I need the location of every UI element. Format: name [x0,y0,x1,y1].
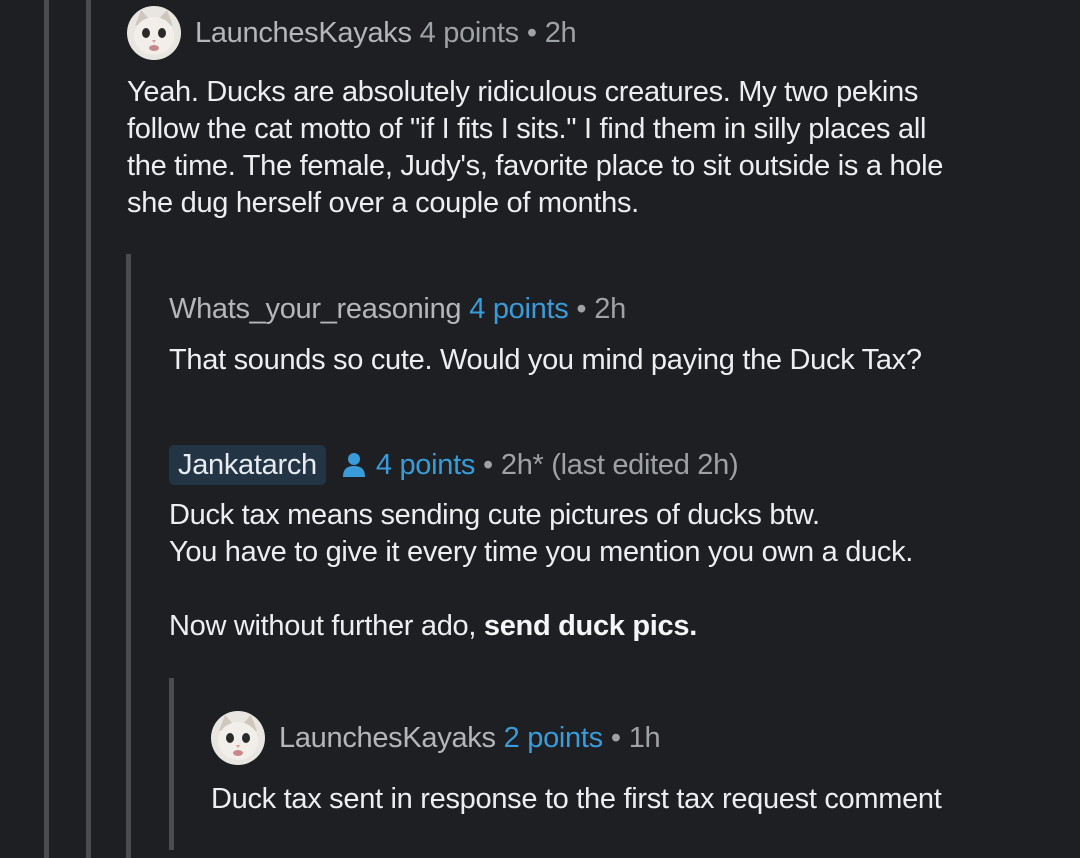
comment-launcheskayaks-2: LaunchesKayaks 2 points • 1h Duck tax se… [211,711,942,818]
comment-body: That sounds so cute. Would you mind payi… [169,342,922,379]
comment-points: 4 points [375,449,476,481]
comment-body-line: Yeah. Ducks are absolutely ridiculous cr… [127,76,919,108]
thread-line-3[interactable] [126,254,131,858]
comment-body: Duck tax means sending cute pictures of … [169,497,913,645]
comment-body: Yeah. Ducks are absolutely ridiculous cr… [127,74,943,222]
meta-separator: • [576,293,587,325]
comment-body-line: Duck tax sent in response to the first t… [211,783,942,815]
comment-body-line: she dug herself over a couple of months. [127,187,639,219]
comment-points: 2 points [503,722,603,754]
comment-body-line: Now without further ado, send duck pics. [169,608,913,645]
comment-author[interactable]: LaunchesKayaks [195,13,412,53]
cat-avatar-icon[interactable] [127,6,181,60]
comment-time: 2h [594,293,626,325]
meta-separator: • [526,17,537,49]
comment-points: 4 points [419,17,519,49]
cat-avatar-icon[interactable] [211,711,265,765]
comment-points: 4 points [469,293,569,325]
comment-time: 2h* (last edited 2h) [500,449,739,481]
comment-author[interactable]: LaunchesKayaks [279,718,496,758]
comment-body-text: Now without further ado, [169,610,484,642]
comment-body-line: follow the cat motto of "if I fits I sit… [127,113,927,145]
comment-header: LaunchesKayaks 4 points • 2h [127,6,943,60]
comment-body-line: the time. The female, Judy's, favorite p… [127,150,944,182]
thread-line-1[interactable] [44,0,49,858]
comment-header: Jankatarch 4 points • 2h* (last edited 2… [169,445,913,485]
comment-jankatarch: Jankatarch 4 points • 2h* (last edited 2… [169,445,913,645]
comment-whats-your-reasoning: Whats_your_reasoning 4 points • 2h That … [169,289,922,379]
comment-body-line: That sounds so cute. Would you mind payi… [169,344,922,376]
comment-thread: LaunchesKayaks 4 points • 2h Yeah. Ducks… [0,0,1080,858]
comment-body: Duck tax sent in response to the first t… [211,781,942,818]
comment-time: 1h [628,722,661,754]
comment-header: LaunchesKayaks 2 points • 1h [211,711,942,765]
comment-header: Whats_your_reasoning 4 points • 2h [169,289,922,329]
thread-line-4[interactable] [169,678,174,850]
comment-author[interactable]: Whats_your_reasoning [169,289,462,329]
comment-body-bold: send duck pics. [483,610,697,642]
meta-separator: • [483,449,493,481]
user-icon [342,452,366,478]
comment-launcheskayaks-1: LaunchesKayaks 4 points • 2h Yeah. Ducks… [127,6,943,222]
thread-line-2[interactable] [86,0,91,858]
comment-time: 2h [544,17,577,49]
comment-body-line: You have to give it every time you menti… [169,536,914,568]
op-author-badge[interactable]: Jankatarch [169,445,326,485]
comment-body-line: Duck tax means sending cute pictures of … [169,499,820,531]
meta-separator: • [610,722,621,754]
